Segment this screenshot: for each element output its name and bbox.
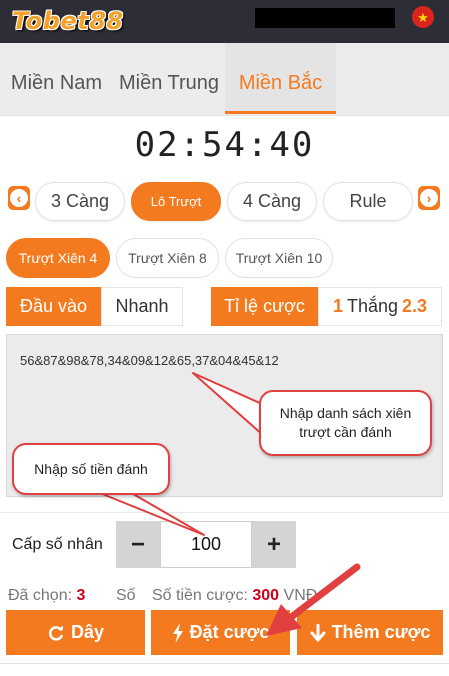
- arrow-down-icon: [310, 623, 326, 641]
- ratio-middle: Thắng: [346, 296, 399, 316]
- region-tabs: Miền Nam Miền Trung Miền Bắc: [0, 43, 449, 116]
- callout-enter-list: Nhập danh sách xiên trượt cần đánh: [259, 390, 432, 456]
- multiplier-increment-button[interactable]: +: [252, 521, 296, 568]
- multiplier-input[interactable]: 100: [160, 521, 252, 568]
- vietnam-flag-icon[interactable]: ★: [412, 6, 434, 28]
- amount-value: 300: [252, 587, 280, 604]
- mode-dau-vao-button[interactable]: Đầu vào: [6, 287, 101, 326]
- subtype-truot-xien-4[interactable]: Trượt Xiên 4: [6, 238, 110, 278]
- selected-value: 3: [76, 587, 86, 604]
- refresh-icon: [48, 625, 64, 641]
- place-bet-button[interactable]: Đặt cược: [151, 610, 290, 655]
- multiplier-decrement-button[interactable]: −: [116, 521, 160, 568]
- game-type-4-cang[interactable]: 4 Càng: [227, 182, 317, 221]
- flag-star: ★: [417, 9, 429, 25]
- scroll-right-button[interactable]: ›: [418, 186, 440, 210]
- chevron-right-icon: ›: [420, 189, 438, 207]
- callout-enter-amount: Nhập số tiền đánh: [12, 443, 170, 495]
- tab-mien-trung[interactable]: Miền Trung: [113, 43, 225, 114]
- bottom-divider: [0, 663, 449, 664]
- bet-amount: Số tiền cược: 300 VNĐ: [152, 587, 317, 605]
- add-bet-label: Thêm cược: [331, 622, 431, 642]
- game-type-lo-truot[interactable]: Lô Trượt: [131, 182, 221, 221]
- place-bet-label: Đặt cược: [189, 622, 270, 642]
- app-header: Tobet88 ★: [0, 0, 449, 43]
- tab-mien-bac[interactable]: Miền Bắc: [225, 43, 336, 114]
- selected-label: Đã chọn:: [8, 587, 73, 604]
- day-button[interactable]: Dây: [6, 610, 145, 655]
- brand-logo[interactable]: Tobet88: [12, 5, 134, 37]
- ratio-value: 1 Thắng 2.3: [318, 287, 442, 326]
- subtype-truot-xien-10[interactable]: Trượt Xiên 10: [225, 238, 333, 278]
- add-bet-button[interactable]: Thêm cược: [297, 610, 443, 655]
- chevron-left-icon: ‹: [10, 189, 28, 207]
- count-label: Số: [116, 587, 136, 604]
- countdown-timer: 02:54:40: [134, 125, 315, 165]
- mode-nhanh-button[interactable]: Nhanh: [101, 287, 183, 326]
- tab-mien-nam[interactable]: Miền Nam: [0, 43, 113, 114]
- game-type-3-cang[interactable]: 3 Càng: [35, 182, 125, 221]
- selected-count: Đã chọn: 3: [8, 587, 85, 605]
- ratio-right: 2.3: [402, 296, 428, 316]
- divider: [0, 512, 449, 513]
- redacted-account-info: [255, 8, 395, 28]
- scroll-left-button[interactable]: ‹: [8, 186, 30, 210]
- amount-label: Số tiền cược:: [152, 587, 248, 604]
- multiplier-label: Cấp số nhân: [12, 536, 103, 553]
- lightning-icon: [172, 622, 183, 643]
- amount-currency: VNĐ: [283, 587, 318, 604]
- game-type-rule[interactable]: Rule: [323, 182, 413, 221]
- subtype-truot-xien-8[interactable]: Trượt Xiên 8: [116, 238, 219, 278]
- ratio-left: 1: [332, 296, 343, 316]
- ratio-label: Tỉ lệ cược: [211, 287, 318, 326]
- day-button-label: Dây: [70, 622, 105, 642]
